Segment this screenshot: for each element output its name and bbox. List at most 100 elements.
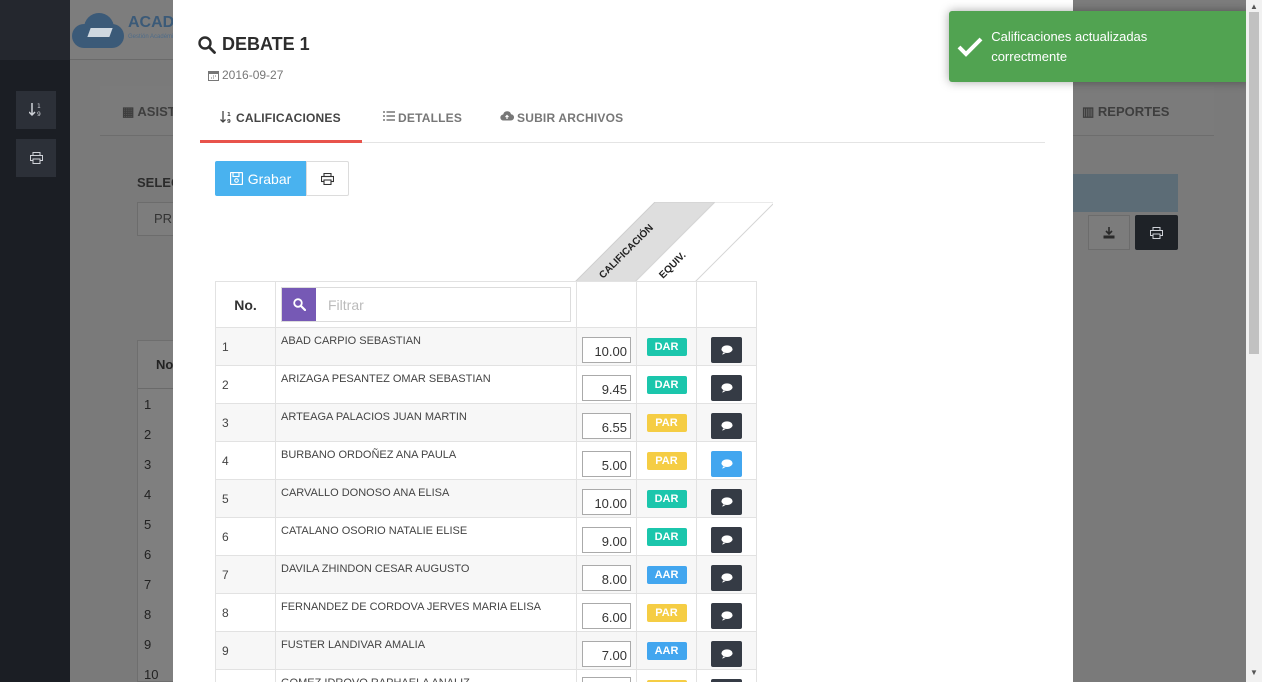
modal-tabs: 19 CALIFICACIONES DETALLES SUBIR ARCHIVO… bbox=[200, 100, 1045, 143]
save-button[interactable]: Grabar bbox=[215, 161, 306, 196]
tab-detalles[interactable]: DETALLES bbox=[383, 100, 462, 143]
print-icon bbox=[1150, 226, 1163, 239]
toast-message: Calificaciones actualizadas correctmente bbox=[991, 28, 1148, 64]
comment-button[interactable] bbox=[711, 640, 742, 667]
grade-input[interactable]: 7.00 bbox=[582, 640, 631, 667]
comment-button[interactable] bbox=[711, 336, 742, 363]
comment-icon bbox=[720, 420, 733, 431]
grade-input[interactable]: 8.00 bbox=[582, 564, 631, 591]
print-icon[interactable] bbox=[16, 139, 56, 177]
student-number: 1 bbox=[215, 327, 276, 366]
print-icon bbox=[321, 172, 334, 185]
equivalence-badge: PAR bbox=[646, 413, 687, 432]
comment-button[interactable] bbox=[711, 450, 742, 477]
comment-icon bbox=[720, 610, 733, 621]
grade-input[interactable]: 6.00 bbox=[582, 602, 631, 629]
table-row: 4 BURBANO ORDOÑEZ ANA PAULA 5.00 PAR bbox=[215, 441, 757, 480]
comment-icon bbox=[720, 382, 733, 393]
student-number: 10 bbox=[215, 669, 276, 682]
table-row: 8 bbox=[144, 607, 152, 622]
table-row: 3 ARTEAGA PALACIOS JUAN MARTIN 6.55 PAR bbox=[215, 403, 757, 442]
comment-button[interactable] bbox=[711, 564, 742, 591]
comment-button[interactable] bbox=[711, 602, 742, 629]
bg-print-button[interactable] bbox=[1135, 215, 1178, 250]
svg-text:9: 9 bbox=[227, 119, 231, 124]
student-number: 7 bbox=[215, 555, 276, 594]
grade-input[interactable] bbox=[582, 677, 631, 682]
table-row: 7 DAVILA ZHINDON CESAR AUGUSTO 8.00 AAR bbox=[215, 555, 757, 594]
scroll-up-icon[interactable]: ▲ bbox=[1250, 2, 1258, 11]
table-row: 6 CATALANO OSORIO NATALIE ELISE 9.00 DAR bbox=[215, 517, 757, 556]
sort-icon[interactable]: 19 bbox=[16, 91, 56, 129]
student-name: ARTEAGA PALACIOS JUAN MARTIN bbox=[275, 403, 577, 442]
header-equiv-cell bbox=[636, 281, 697, 328]
comment-button[interactable] bbox=[711, 678, 742, 682]
grades-modal: DEBATE 1 2016-09-27 19 CALIFICACIONES DE… bbox=[173, 0, 1073, 682]
svg-text:9: 9 bbox=[37, 111, 41, 118]
table-row: 8 FERNANDEZ DE CORDOVA JERVES MARIA ELISA… bbox=[215, 593, 757, 632]
table-row: 5 CARVALLO DONOSO ANA ELISA 10.00 DAR bbox=[215, 479, 757, 518]
download-icon bbox=[1103, 226, 1115, 238]
table-row: 1 ABAD CARPIO SEBASTIAN 10.00 DAR bbox=[215, 327, 757, 366]
comment-button[interactable] bbox=[711, 488, 742, 515]
comment-button[interactable] bbox=[711, 412, 742, 439]
table-row: 7 bbox=[144, 577, 152, 592]
student-name: CATALANO OSORIO NATALIE ELISE bbox=[275, 517, 577, 556]
table-row: 10 bbox=[144, 667, 159, 682]
svg-text:1: 1 bbox=[227, 112, 231, 118]
table-header: No. bbox=[138, 341, 177, 389]
page-scrollbar[interactable]: ▲ ▼ bbox=[1246, 0, 1262, 682]
rotated-column-headers: CALIFICACIÓN EQUIV. bbox=[574, 202, 773, 282]
comment-icon bbox=[720, 458, 733, 469]
scroll-down-icon[interactable]: ▼ bbox=[1250, 668, 1258, 677]
grades-table: No. 1ABAD CARPIO SEBASTIAN10.00DAR2ARIZA… bbox=[215, 281, 757, 682]
table-row: 6 bbox=[144, 547, 152, 562]
tab-reportes[interactable]: ▥ REPORTES bbox=[1082, 104, 1169, 120]
table-row: 2 ARIZAGA PESANTEZ OMAR SEBASTIAN 9.45 DAR bbox=[215, 365, 757, 404]
filter-search-button[interactable] bbox=[282, 288, 316, 321]
tab-calificaciones[interactable]: 19 CALIFICACIONES bbox=[200, 100, 362, 143]
grade-input[interactable]: 5.00 bbox=[582, 450, 631, 477]
comment-button[interactable] bbox=[711, 374, 742, 401]
student-number: 9 bbox=[215, 631, 276, 670]
table-row: 3 bbox=[144, 457, 152, 472]
student-number: 4 bbox=[215, 441, 276, 480]
grade-input[interactable]: 10.00 bbox=[582, 488, 631, 515]
student-name: GOMEZ IDROVO RAPHAELA ANALIZ bbox=[275, 669, 577, 682]
save-label: Grabar bbox=[247, 170, 292, 187]
grade-input[interactable]: 9.45 bbox=[582, 374, 631, 401]
student-name: ABAD CARPIO SEBASTIAN bbox=[275, 327, 577, 366]
tab-label: SUBIR ARCHIVOS bbox=[517, 111, 624, 125]
sort-numeric-icon: 19 bbox=[220, 111, 231, 124]
student-name: FERNANDEZ DE CORDOVA JERVES MARIA ELISA bbox=[275, 593, 577, 632]
table-row: 1 bbox=[144, 397, 152, 412]
check-icon bbox=[949, 36, 991, 58]
tab-subir-archivos[interactable]: SUBIR ARCHIVOS bbox=[500, 100, 623, 143]
tab-label: DETALLES bbox=[398, 111, 463, 125]
cloud-upload-icon bbox=[500, 111, 514, 121]
equivalence-badge: DAR bbox=[646, 527, 687, 546]
grade-input[interactable]: 6.55 bbox=[582, 412, 631, 439]
filter-input[interactable] bbox=[316, 289, 566, 320]
cloud-logo-icon bbox=[70, 10, 128, 50]
print-button[interactable] bbox=[306, 161, 349, 196]
comment-icon bbox=[720, 344, 733, 355]
equivalence-badge: DAR bbox=[646, 337, 687, 356]
grade-input[interactable]: 9.00 bbox=[582, 526, 631, 553]
student-name: ARIZAGA PESANTEZ OMAR SEBASTIAN bbox=[275, 365, 577, 404]
comment-button[interactable] bbox=[711, 526, 742, 553]
comment-icon bbox=[720, 496, 733, 507]
download-button[interactable] bbox=[1088, 215, 1130, 250]
header-action-cell bbox=[696, 281, 757, 328]
student-name: FUSTER LANDIVAR AMALIA bbox=[275, 631, 577, 670]
grade-input[interactable]: 10.00 bbox=[582, 336, 631, 363]
success-toast[interactable]: Calificaciones actualizadas correctmente bbox=[949, 11, 1250, 82]
search-icon bbox=[198, 35, 216, 54]
student-name: DAVILA ZHINDON CESAR AUGUSTO bbox=[275, 555, 577, 594]
sidebar-top bbox=[0, 0, 70, 60]
student-name: BURBANO ORDOÑEZ ANA PAULA bbox=[275, 441, 577, 480]
header-no: No. bbox=[215, 281, 276, 328]
svg-text:1: 1 bbox=[37, 103, 41, 110]
table-row: 9 FUSTER LANDIVAR AMALIA 7.00 AAR bbox=[215, 631, 757, 670]
scrollbar-thumb[interactable] bbox=[1249, 12, 1259, 354]
